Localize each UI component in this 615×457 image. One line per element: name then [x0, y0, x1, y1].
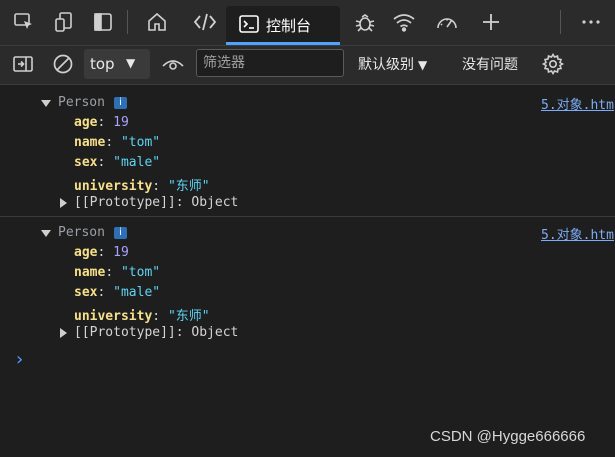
chevron-down-icon: ▼	[126, 56, 136, 70]
prototype-row[interactable]: [[Prototype]]: Object	[74, 325, 238, 340]
settings-gear-icon[interactable]	[540, 51, 566, 77]
sidebar-toggle-icon[interactable]	[10, 51, 36, 77]
device-emulation-icon[interactable]	[51, 9, 77, 35]
expand-triangle-icon[interactable]	[41, 230, 51, 237]
tab-divider	[127, 10, 128, 34]
devtools-tabbar: 控制台	[0, 0, 615, 46]
live-expression-eye-icon[interactable]	[160, 51, 186, 77]
entry-divider	[0, 216, 615, 217]
inspect-element-icon[interactable]	[11, 9, 37, 35]
property-row: sex: "male"	[74, 285, 161, 300]
property-value: "tom"	[120, 265, 161, 280]
prototype-label: [[Prototype]]	[74, 325, 176, 340]
tab-console-label: 控制台	[266, 17, 312, 35]
expand-triangle-icon[interactable]	[60, 198, 67, 208]
network-wifi-icon[interactable]	[391, 9, 417, 35]
property-key: sex	[74, 155, 98, 170]
info-icon[interactable]: i	[114, 97, 127, 109]
tab-divider	[560, 10, 561, 34]
prototype-value: Object	[191, 325, 239, 340]
console-prompt-chevron-icon[interactable]: ›	[14, 349, 25, 370]
home-icon[interactable]	[144, 9, 170, 35]
property-key: age	[74, 115, 98, 130]
console-output: Person i 5.对象.htm age: 19 name: "tom" se…	[0, 85, 615, 457]
property-row: age: 19	[74, 115, 129, 130]
dock-side-icon[interactable]	[90, 9, 116, 35]
log-levels-label: 默认级别	[358, 57, 414, 73]
chevron-down-icon: ▼	[418, 58, 428, 72]
filter-field[interactable]	[196, 49, 344, 77]
property-value: 19	[113, 245, 129, 260]
property-value: "male"	[113, 285, 161, 300]
object-class-name[interactable]: Person	[58, 95, 105, 110]
property-key: name	[74, 135, 106, 150]
property-row: name: "tom"	[74, 135, 161, 150]
property-value: "东师"	[167, 309, 210, 324]
context-selector[interactable]: top ▼	[84, 49, 150, 79]
performance-gauge-icon[interactable]	[434, 9, 460, 35]
property-value: "male"	[113, 155, 161, 170]
log-levels-dropdown[interactable]: 默认级别 ▼	[358, 54, 427, 74]
console-toolbar: top ▼ 默认级别 ▼ 没有问题	[0, 46, 615, 85]
context-value: top	[90, 55, 115, 73]
clear-console-icon[interactable]	[50, 51, 76, 77]
property-row: name: "tom"	[74, 265, 161, 280]
prototype-row[interactable]: [[Prototype]]: Object	[74, 195, 238, 210]
property-key: age	[74, 245, 98, 260]
sources-bug-icon[interactable]	[352, 9, 378, 35]
property-key: sex	[74, 285, 98, 300]
property-value: 19	[113, 115, 129, 130]
tab-console[interactable]: 控制台	[226, 6, 340, 45]
console-icon	[236, 11, 262, 37]
property-value: "tom"	[120, 135, 161, 150]
prototype-label: [[Prototype]]	[74, 195, 176, 210]
filter-input[interactable]	[201, 54, 343, 72]
active-tab-indicator	[226, 42, 340, 45]
property-row: sex: "male"	[74, 155, 161, 170]
property-value: "东师"	[167, 179, 210, 194]
property-key: university	[74, 309, 153, 324]
info-icon[interactable]: i	[114, 227, 127, 239]
prototype-value: Object	[191, 195, 239, 210]
source-link[interactable]: 5.对象.htm	[541, 224, 614, 243]
watermark: CSDN @Hygge666666	[430, 428, 586, 445]
elements-tab-icon[interactable]	[192, 9, 218, 35]
source-link[interactable]: 5.对象.htm	[541, 94, 614, 113]
add-tab-icon[interactable]	[478, 9, 504, 35]
property-row: university: "东师"	[74, 179, 210, 194]
object-class-name[interactable]: Person	[58, 225, 105, 240]
issues-counter[interactable]: 没有问题	[462, 54, 518, 74]
expand-triangle-icon[interactable]	[41, 100, 51, 107]
expand-triangle-icon[interactable]	[60, 328, 67, 338]
property-row: age: 19	[74, 245, 129, 260]
property-key: university	[74, 179, 153, 194]
more-options-icon[interactable]	[578, 9, 604, 35]
property-row: university: "东师"	[74, 309, 210, 324]
property-key: name	[74, 265, 106, 280]
